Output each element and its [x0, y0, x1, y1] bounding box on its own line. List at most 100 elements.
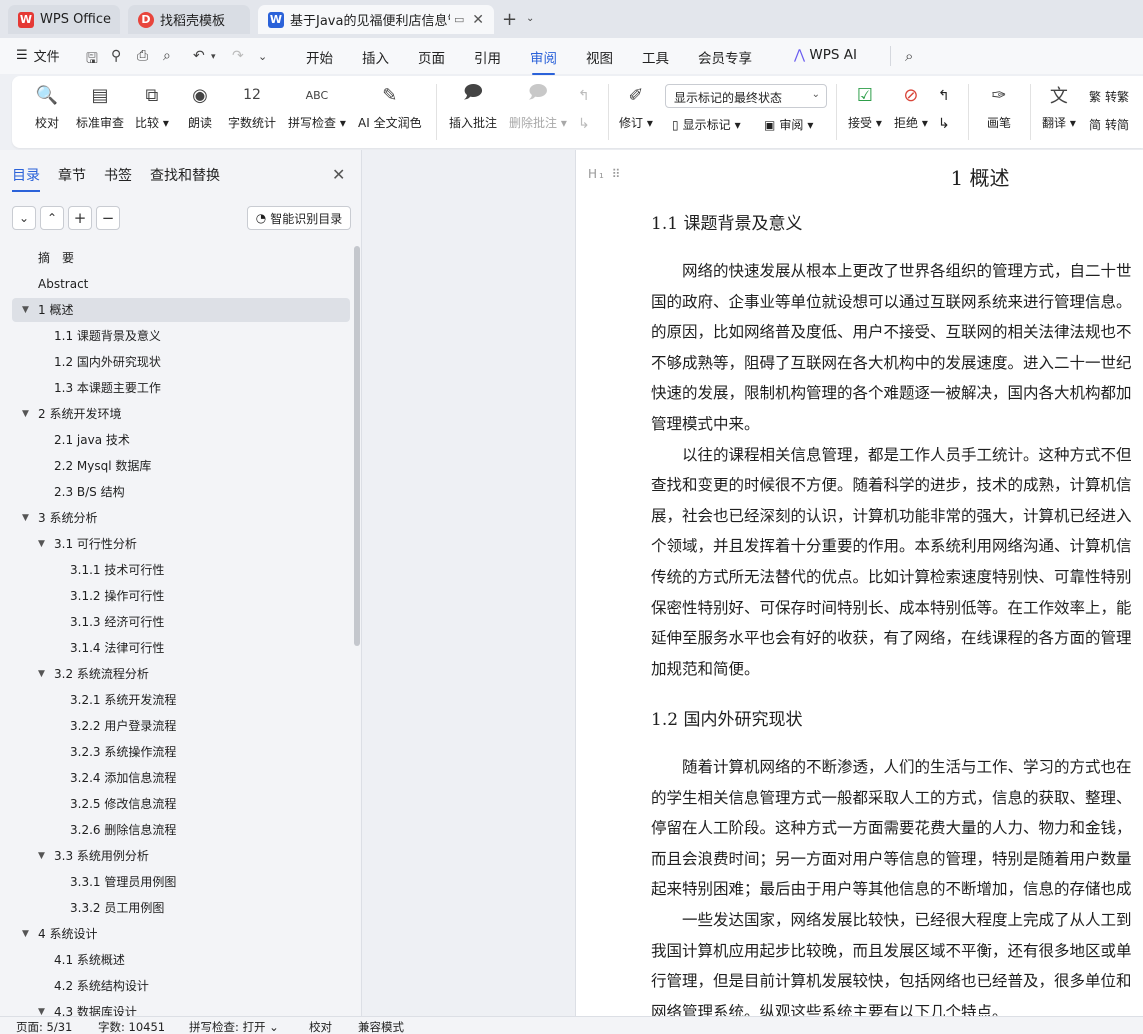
delete-comment-button[interactable]: 🗩 删除批注 ▾ [509, 82, 567, 131]
file-menu[interactable]: ☰ 文件 [16, 46, 60, 65]
more-chevron-icon[interactable]: ⌄ [258, 50, 267, 63]
tab-find-replace[interactable]: 查找和替换 [150, 165, 220, 185]
toc-item[interactable]: 2.1 java 技术 [12, 428, 350, 452]
tab-template-store[interactable]: D 找稻壳模板 [128, 5, 250, 34]
toc-item[interactable]: 3.2.3 系统操作流程 [12, 740, 350, 764]
tab-toc[interactable]: 目录 [12, 165, 40, 192]
toc-item[interactable]: ▼ 2 系统开发环境 [12, 402, 350, 426]
previous-comment-icon[interactable]: ↰ [578, 88, 590, 104]
toc-item[interactable]: ▼ 3 系统分析 [12, 506, 350, 530]
translate-button[interactable]: 文 翻译 ▾ [1042, 82, 1076, 131]
menu-reference[interactable]: 引用 [474, 47, 501, 67]
menu-tools[interactable]: 工具 [642, 47, 669, 67]
toc-item[interactable]: 3.2.4 添加信息流程 [12, 766, 350, 790]
toc-item[interactable]: 3.1.2 操作可行性 [12, 584, 350, 608]
collapse-up-button[interactable]: ⌃ [40, 206, 64, 230]
toc-item[interactable]: 3.2.6 删除信息流程 [12, 818, 350, 842]
toc-item[interactable]: 1.1 课题背景及意义 [12, 324, 350, 348]
pen-button[interactable]: ✑ 画笔 [986, 82, 1012, 131]
spell-check-status[interactable]: 拼写检查: 打开 ⌄ [189, 1019, 279, 1034]
close-pane-icon[interactable]: ✕ [332, 165, 345, 184]
print-preview-icon[interactable]: ⌕ [163, 48, 171, 64]
share-icon[interactable]: ⚲ [111, 48, 121, 64]
previous-change-icon[interactable]: ↰ [938, 88, 950, 104]
toc-item[interactable]: 4.2 系统结构设计 [12, 974, 350, 998]
monitor-icon[interactable]: ▭ [454, 13, 464, 26]
standard-review-button[interactable]: ▤ 标准审查 [76, 82, 124, 131]
reject-button[interactable]: ⊘ 拒绝 ▾ [894, 82, 928, 131]
expand-toggle-icon[interactable]: ▼ [22, 506, 29, 530]
menu-page[interactable]: 页面 [418, 47, 445, 67]
word-count-indicator[interactable]: 字数: 10451 [98, 1019, 165, 1034]
new-tab-icon[interactable]: + [502, 9, 517, 30]
toc-scrollbar[interactable] [354, 246, 360, 646]
ai-polish-button[interactable]: ✎ AI 全文润色 [358, 82, 422, 131]
toc-item[interactable]: 3.3.1 管理员用例图 [12, 870, 350, 894]
toc-item[interactable]: 1.3 本课题主要工作 [12, 376, 350, 400]
tab-wps-office[interactable]: W WPS Office [8, 5, 120, 34]
save-icon[interactable]: 🖫 [86, 48, 98, 72]
expand-toggle-icon[interactable]: ▼ [22, 922, 29, 946]
spell-check-button[interactable]: ABC 拼写检查 ▾ [288, 82, 346, 131]
track-changes-button[interactable]: ✐ 修订 ▾ [619, 82, 653, 131]
insert-comment-button[interactable]: 🗩 插入批注 [449, 82, 497, 131]
toc-item[interactable]: 3.1.1 技术可行性 [12, 558, 350, 582]
menu-home[interactable]: 开始 [306, 47, 333, 67]
proofread-status[interactable]: 校对 [309, 1019, 332, 1034]
toc-item[interactable]: 3.1.3 经济可行性 [12, 610, 350, 634]
accept-button[interactable]: ☑ 接受 ▾ [848, 82, 882, 131]
next-comment-icon[interactable]: ↳ [578, 116, 590, 132]
toc-item[interactable]: ▼ 3.1 可行性分析 [12, 532, 350, 556]
remove-heading-button[interactable]: − [96, 206, 120, 230]
proofread-button[interactable]: 🔍 校对 [34, 82, 60, 131]
toc-item[interactable]: 3.2.2 用户登录流程 [12, 714, 350, 738]
read-aloud-button[interactable]: ◉ 朗读 [187, 82, 213, 131]
tab-current-document[interactable]: W 基于Java的见福便利店信息管 ▭ ✕ [258, 5, 494, 34]
document-page[interactable]: H₁ ⠿ 1 概述 1.1 课题背景及意义 网络的快速发展从根本上更改了世界各组… [575, 150, 1143, 1016]
compare-button[interactable]: ⧉ 比较 ▾ [135, 82, 169, 131]
review-pane-button[interactable]: ▣ 审阅 ▾ [764, 116, 813, 133]
tab-bookmarks[interactable]: 书签 [104, 165, 132, 185]
markup-mode-select[interactable]: 显示标记的最终状态 ⌄ [665, 84, 827, 108]
to-simplified-button[interactable]: 简 转简 [1089, 116, 1129, 133]
expand-toggle-icon[interactable]: ▼ [22, 298, 29, 322]
toc-item[interactable]: 4.1 系统概述 [12, 948, 350, 972]
toc-item[interactable]: 3.3.2 员工用例图 [12, 896, 350, 920]
word-count-button[interactable]: 12 字数统计 [228, 82, 276, 131]
expand-toggle-icon[interactable]: ▼ [38, 662, 45, 686]
toc-item[interactable]: 摘 要 [12, 246, 350, 270]
expand-down-button[interactable]: ⌄ [12, 206, 36, 230]
close-tab-icon[interactable]: ✕ [472, 12, 484, 28]
add-heading-button[interactable]: + [68, 206, 92, 230]
page-indicator[interactable]: 页面: 5/31 [16, 1019, 72, 1034]
toc-item[interactable]: 1.2 国内外研究现状 [12, 350, 350, 374]
to-traditional-button[interactable]: 繁 转繁 [1089, 88, 1129, 105]
toc-item[interactable]: ▼ 3.3 系统用例分析 [12, 844, 350, 868]
menu-insert[interactable]: 插入 [362, 47, 389, 67]
toc-item[interactable]: 2.2 Mysql 数据库 [12, 454, 350, 478]
undo-icon[interactable]: ↶ [193, 48, 205, 64]
expand-toggle-icon[interactable]: ▼ [38, 532, 45, 556]
next-change-icon[interactable]: ↳ [938, 116, 950, 132]
expand-toggle-icon[interactable]: ▼ [22, 402, 29, 426]
toc-item[interactable]: 3.1.4 法律可行性 [12, 636, 350, 660]
redo-icon[interactable]: ↷ [232, 48, 244, 64]
toc-item[interactable]: ▼ 4 系统设计 [12, 922, 350, 946]
toc-item[interactable]: ▼ 1 概述 [12, 298, 350, 322]
toc-item[interactable]: 3.2.1 系统开发流程 [12, 688, 350, 712]
menu-wps-ai[interactable]: ⋀ WPS AI [794, 47, 857, 63]
menu-review[interactable]: 审阅 [530, 47, 557, 75]
print-icon[interactable]: ⎙ [137, 48, 148, 64]
search-icon[interactable]: ⌕ [905, 47, 913, 65]
toc-item[interactable]: Abstract [12, 272, 350, 296]
smart-toc-button[interactable]: ◔ 智能识别目录 [247, 206, 351, 230]
toc-item[interactable]: 3.2.5 修改信息流程 [12, 792, 350, 816]
expand-toggle-icon[interactable]: ▼ [38, 844, 45, 868]
menu-member[interactable]: 会员专享 [698, 47, 752, 67]
toc-item[interactable]: ▼ 3.2 系统流程分析 [12, 662, 350, 686]
tab-chapters[interactable]: 章节 [58, 165, 86, 185]
chevron-down-icon[interactable]: ⌄ [526, 13, 534, 24]
show-markup-button[interactable]: ▯ 显示标记 ▾ [672, 116, 741, 133]
undo-dropdown-icon[interactable]: ▾ [211, 52, 216, 62]
menu-view[interactable]: 视图 [586, 47, 613, 67]
